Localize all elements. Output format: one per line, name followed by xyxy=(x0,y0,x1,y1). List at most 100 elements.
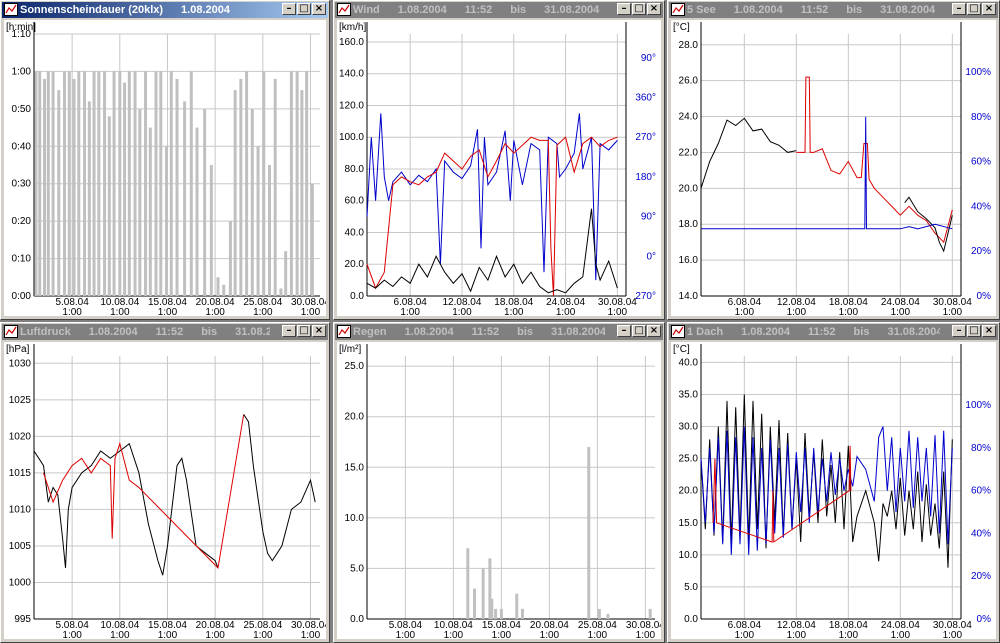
window-title-extra: 31.08.2004 xyxy=(544,4,600,16)
window-dach[interactable]: 1 Dach1.08.200411:52bis31.08.2004...–□×[… xyxy=(667,322,1000,643)
window-title-name: Wind xyxy=(353,4,380,16)
x-tick-time-label: 1:00 xyxy=(492,630,512,639)
minimize-button[interactable]: – xyxy=(617,325,631,337)
chart-area[interactable]: [°C] 0.0 5.0 10.0 15.0 20.0 25.0 30.0 35.0 40.0 6.… xyxy=(671,342,996,639)
close-button[interactable]: × xyxy=(647,325,661,337)
minimize-button[interactable]: – xyxy=(952,3,966,15)
bar xyxy=(148,127,152,296)
x-tick-time-label: 1:00 xyxy=(110,307,130,316)
bar xyxy=(195,127,199,296)
chart-window-icon xyxy=(337,325,351,338)
title-bar[interactable]: Regen1.08.200411:52bis31.08.2004 ...–□× xyxy=(335,324,663,340)
window-title-time: 11:52 xyxy=(808,326,836,338)
bar xyxy=(138,108,142,296)
bar xyxy=(228,221,232,296)
bar xyxy=(103,71,107,296)
close-button[interactable]: × xyxy=(647,3,661,15)
y-tick-label: 22.0 xyxy=(679,147,699,158)
y-tick-label: 1000 xyxy=(9,577,32,588)
bar xyxy=(222,284,226,296)
x-tick-time-label: 1:00 xyxy=(62,630,82,639)
title-bar[interactable]: 5 See 1.08.2004 11:52 bis 31.08.2004 – □ × xyxy=(669,2,998,18)
y-tick-label: 0.0 xyxy=(684,614,698,625)
minimize-button[interactable]: – xyxy=(952,325,966,337)
y-axis-label: [km/h] xyxy=(339,22,366,33)
maximize-button[interactable]: □ xyxy=(632,325,646,337)
maximize-button[interactable]: □ xyxy=(967,3,981,15)
y2-tick-label: 60% xyxy=(971,157,991,168)
y-tick-label: 40.0 xyxy=(345,227,365,238)
bar xyxy=(606,613,610,619)
bar xyxy=(256,146,260,296)
window-controls: – □ × xyxy=(951,3,996,15)
window-luftdruck[interactable]: Luftdruck1.08.200411:52bis31.08.20...–□×… xyxy=(0,322,330,643)
bar xyxy=(209,165,213,296)
maximize-button[interactable]: □ xyxy=(632,3,646,15)
y2-tick-label: 100% xyxy=(965,400,991,411)
y-tick-label: 18.0 xyxy=(679,219,699,230)
bar xyxy=(515,593,519,619)
chart-area[interactable]: [hPa] 995 1000 1005 1010 1015 1020 1025 1030 5.08… xyxy=(4,342,326,639)
chart-area[interactable]: [l/m²] 0.0 5.0 10.0 15.0 20.0 25.0 5.08.04 1:00 1… xyxy=(337,342,661,639)
window-see[interactable]: 5 See 1.08.2004 11:52 bis 31.08.2004 – □ × [°C] 1… xyxy=(667,0,1000,320)
y-tick-label: 1005 xyxy=(9,541,32,552)
x-tick-time-label: 1:00 xyxy=(301,307,321,316)
y-tick-label: 0:10 xyxy=(12,254,32,265)
y-tick-label: 35.0 xyxy=(679,389,699,400)
bar xyxy=(466,548,470,619)
chart-area[interactable]: [km/h] 0.0 20.0 40.0 60.0 80.0 100.0 120.0 140.0… xyxy=(337,20,661,316)
window-title-name: Luftdruck xyxy=(20,326,71,338)
maximize-button[interactable]: □ xyxy=(297,3,311,15)
close-button[interactable]: × xyxy=(982,325,996,337)
maximize-button[interactable]: □ xyxy=(297,325,311,337)
y-tick-label: 0:50 xyxy=(12,104,32,115)
window-title-date: 1.08.2004 xyxy=(88,326,138,338)
series-line-black xyxy=(700,117,797,189)
close-button[interactable]: × xyxy=(312,3,326,15)
minimize-button[interactable]: – xyxy=(282,325,296,337)
window-title-extra: 31.08.2004 ... xyxy=(551,326,605,338)
window-regen[interactable]: Regen1.08.200411:52bis31.08.2004 ...–□×[… xyxy=(333,322,665,643)
bar xyxy=(83,71,87,296)
chart-svg: [°C]0.05.010.015.020.025.030.035.040.06.… xyxy=(673,344,991,639)
chart-window-icon xyxy=(4,325,18,338)
y2-tick-label: 100% xyxy=(965,67,991,78)
window-title-bis: bis xyxy=(853,326,870,338)
y-tick-label: 15.0 xyxy=(345,462,365,473)
chart-area[interactable]: [h:min] 0:00 0:10 0:20 0:30 0:40 0:50 1:00 1:10 5… xyxy=(4,20,326,316)
title-bar[interactable]: Wind 1.08.2004 11:52 bis 31.08.2004 – □ × xyxy=(335,2,663,18)
y-tick-label: 1015 xyxy=(9,468,32,479)
y-tick-label: 1030 xyxy=(9,358,32,369)
bar xyxy=(72,78,76,296)
bar xyxy=(38,71,42,296)
window-title-bis: bis xyxy=(517,326,533,338)
maximize-button[interactable]: □ xyxy=(967,325,981,337)
title-bar[interactable]: Sonnenscheindauer (20klx)1.08.20041...–□… xyxy=(2,2,328,18)
window-title: 1 Dach 1.08.2004 11:52 bis 31.08.2004... xyxy=(687,326,940,338)
chart-area[interactable]: [°C] 14.0 16.0 18.0 20.0 22.0 24.0 26.0 28.0 6.08… xyxy=(671,20,996,316)
window-sonnenscheindauer[interactable]: Sonnenscheindauer (20klx)1.08.20041...–□… xyxy=(0,0,330,320)
minimize-button[interactable]: – xyxy=(617,3,631,15)
bar xyxy=(42,78,46,296)
bar xyxy=(481,568,485,619)
title-bar[interactable]: Luftdruck1.08.200411:52bis31.08.20...–□× xyxy=(2,324,328,340)
y-tick-label: 20.0 xyxy=(679,183,699,194)
y2-tick-label: 270° xyxy=(635,132,656,143)
bar xyxy=(305,71,309,296)
x-tick-time-label: 1:00 xyxy=(444,630,464,639)
window-title: Regen 1.08.2004 11:52 bis 31.08.2004 ... xyxy=(353,326,605,338)
window-title-date: 1.08.2004 xyxy=(741,326,791,338)
bar xyxy=(597,608,601,619)
minimize-button[interactable]: – xyxy=(282,3,296,15)
y-tick-label: 100.0 xyxy=(339,132,364,143)
y2-tick-label: 0% xyxy=(977,291,992,302)
title-bar[interactable]: 1 Dach1.08.200411:52bis31.08.2004...–□× xyxy=(669,324,998,340)
window-wind[interactable]: Wind 1.08.2004 11:52 bis 31.08.2004 – □ × [km/h]… xyxy=(333,0,665,320)
close-button[interactable]: × xyxy=(982,3,996,15)
y-axis-label: [l/m²] xyxy=(339,344,361,355)
y-tick-label: 0:00 xyxy=(12,291,32,302)
y-tick-label: 20.0 xyxy=(679,486,699,497)
chart-svg: [°C]14.016.018.020.022.024.026.028.06.08… xyxy=(673,22,992,316)
close-button[interactable]: × xyxy=(312,325,326,337)
chart-window-icon xyxy=(337,3,351,16)
